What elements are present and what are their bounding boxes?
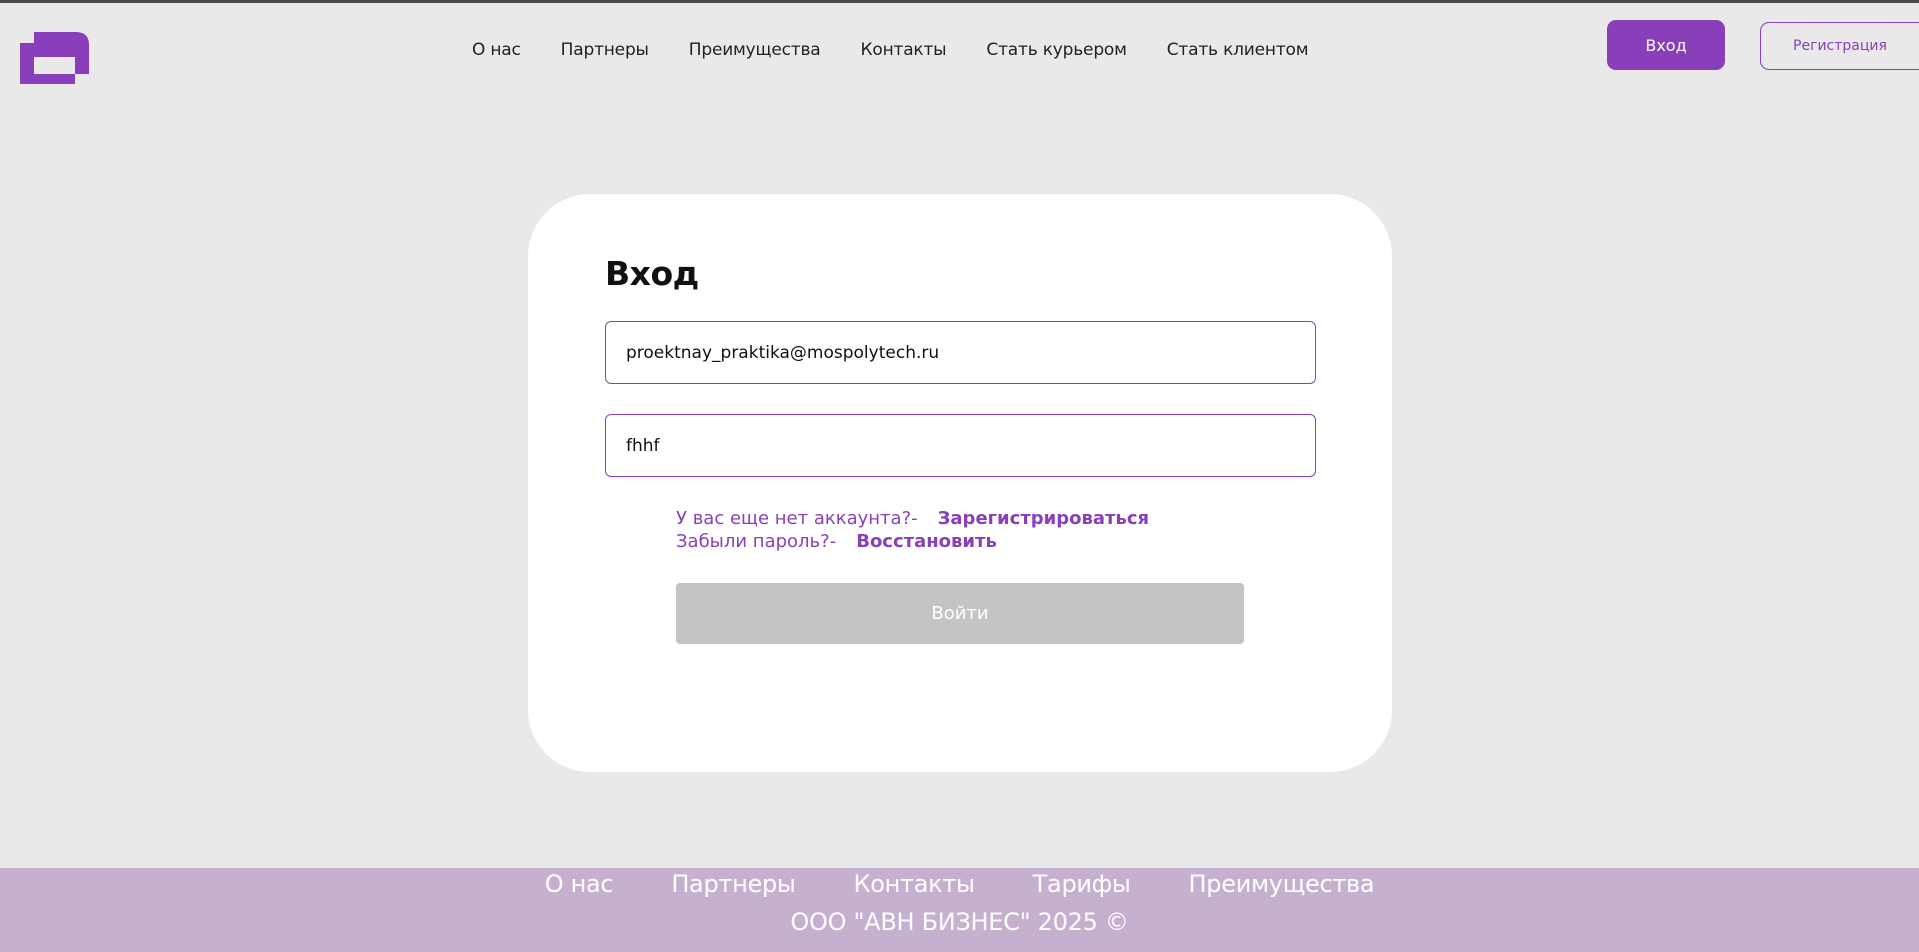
nav-contacts[interactable]: Контакты [861,40,947,60]
header-nav: О нас Партнеры Преимущества Контакты Ста… [472,40,1348,60]
nav-advantages[interactable]: Преимущества [689,40,821,60]
header-login-button[interactable]: Вход [1607,20,1725,70]
restore-row: Забыли пароль?- Восстановить [676,530,1149,553]
footer-nav: О нас Партнеры Контакты Тарифы Преимущес… [0,868,1919,898]
register-link[interactable]: Зарегистрироваться [938,507,1149,530]
logo-icon[interactable] [20,32,89,84]
footer-nav-tariffs[interactable]: Тарифы [1033,870,1131,898]
no-account-text: У вас еще нет аккаунта?- [676,508,918,529]
footer-nav-about[interactable]: О нас [545,870,614,898]
register-row: У вас еще нет аккаунта?- Зарегистрироват… [676,507,1149,530]
nav-partners[interactable]: Партнеры [561,40,649,60]
nav-become-client[interactable]: Стать клиентом [1167,40,1309,60]
auth-links: У вас еще нет аккаунта?- Зарегистрироват… [676,507,1149,553]
top-border [0,0,1919,3]
copyright: ООО "АВН БИЗНЕС" 2025 © [790,908,1129,936]
password-field[interactable] [605,414,1316,477]
submit-login-button[interactable]: Войти [676,583,1244,644]
login-title: Вход [605,254,699,293]
restore-link[interactable]: Восстановить [856,530,997,553]
footer-nav-contacts[interactable]: Контакты [854,870,975,898]
login-card: Вход У вас еще нет аккаунта?- Зарегистри… [528,194,1392,772]
email-field[interactable] [605,321,1316,384]
footer-nav-partners[interactable]: Партнеры [671,870,796,898]
nav-become-courier[interactable]: Стать курьером [986,40,1127,60]
footer-nav-advantages[interactable]: Преимущества [1189,870,1375,898]
forgot-password-text: Забыли пароль?- [676,531,837,552]
nav-about[interactable]: О нас [472,40,521,60]
header-register-button[interactable]: Регистрация [1760,22,1919,70]
footer: О нас Партнеры Контакты Тарифы Преимущес… [0,868,1919,952]
